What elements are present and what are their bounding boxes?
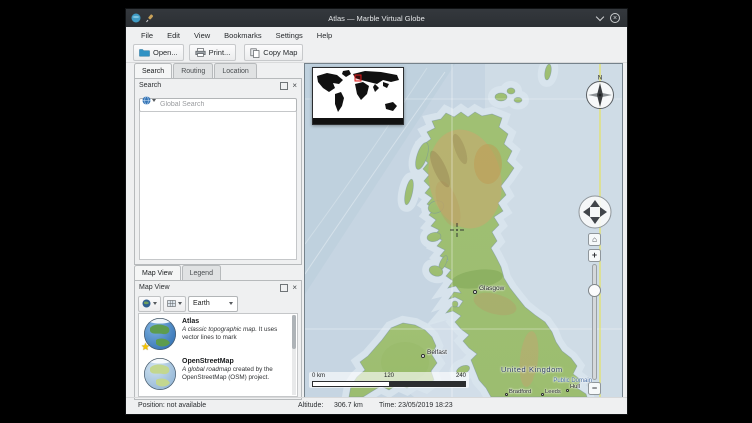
print-button-label: Print... bbox=[209, 48, 231, 57]
scale-zero: 0 km bbox=[312, 373, 325, 379]
tab-legend[interactable]: Legend bbox=[182, 265, 221, 280]
scale-end: 240 bbox=[456, 373, 466, 379]
map-label-hull: Hull bbox=[570, 384, 580, 390]
view-extent-box bbox=[355, 75, 361, 81]
menu-file[interactable]: File bbox=[134, 31, 160, 40]
map-theme-list: ★ Atlas A classic topographic map. It us… bbox=[138, 313, 298, 397]
map-label-belfast: Belfast bbox=[427, 349, 447, 356]
zoom-slider-handle[interactable] bbox=[588, 284, 601, 297]
map-label-united-kingdom: United Kingdom bbox=[501, 365, 563, 374]
theme-list-scrollbar[interactable] bbox=[292, 315, 296, 395]
map-canvas[interactable]: N ⌂ bbox=[304, 63, 623, 398]
map-attribution[interactable]: Public Domain bbox=[553, 378, 592, 384]
search-panel: Search × bbox=[134, 78, 302, 265]
printer-icon bbox=[195, 48, 206, 57]
planet-icon bbox=[142, 299, 151, 308]
app-window: Atlas — Marble Virtual Globe × File Edit… bbox=[125, 8, 628, 415]
minimize-icon[interactable] bbox=[596, 13, 604, 21]
float-panel-icon[interactable] bbox=[280, 284, 288, 292]
celestial-body-select[interactable]: Earth bbox=[188, 296, 238, 312]
close-panel-icon[interactable]: × bbox=[292, 82, 297, 90]
pan-control[interactable] bbox=[578, 195, 612, 229]
scale-mid: 120 bbox=[384, 373, 394, 379]
menu-settings[interactable]: Settings bbox=[269, 31, 310, 40]
theme-thumbnail: ★ bbox=[143, 317, 177, 351]
theme-name: OpenStreetMap bbox=[182, 358, 289, 365]
search-results-list bbox=[139, 111, 297, 260]
status-altitude-value: 306.7 km bbox=[334, 402, 363, 409]
status-altitude-label: Altitude: bbox=[298, 402, 323, 409]
map-label-leeds: Leeds bbox=[545, 389, 561, 395]
zoom-slider-track[interactable] bbox=[592, 264, 597, 380]
float-panel-icon[interactable] bbox=[280, 82, 288, 90]
celestial-body-button[interactable] bbox=[138, 296, 161, 312]
sidebar-top-tabs: Search Routing Location bbox=[134, 63, 258, 78]
theme-desc-em: A global roadmap bbox=[182, 366, 231, 373]
home-button[interactable]: ⌂ bbox=[588, 233, 601, 246]
chevron-down-icon bbox=[152, 99, 156, 102]
zoom-in-button[interactable]: + bbox=[588, 249, 601, 262]
tab-location[interactable]: Location bbox=[214, 63, 256, 78]
map-label-bradford: Bradford bbox=[509, 389, 531, 395]
overview-world-map[interactable] bbox=[312, 67, 404, 125]
tab-map-view[interactable]: Map View bbox=[134, 265, 181, 280]
globe-icon bbox=[142, 96, 151, 105]
pin-icon[interactable] bbox=[145, 13, 155, 23]
search-panel-title: Search bbox=[139, 82, 161, 89]
favorite-star-icon: ★ bbox=[141, 342, 150, 353]
menubar: File Edit View Bookmarks Settings Help bbox=[126, 27, 627, 43]
close-icon[interactable]: × bbox=[610, 13, 620, 23]
open-button[interactable]: Open... bbox=[133, 44, 184, 61]
toolbar: Open... Print... Copy Map bbox=[126, 43, 627, 63]
chevron-down-icon bbox=[229, 302, 233, 305]
city-dot bbox=[505, 393, 508, 396]
app-icon[interactable] bbox=[131, 13, 141, 23]
statusbar: Position: not available Altitude: 306.7 … bbox=[126, 397, 627, 414]
map-view-panel: Map View × bbox=[134, 280, 302, 400]
menu-view[interactable]: View bbox=[187, 31, 217, 40]
copy-map-button-label: Copy Map bbox=[263, 48, 297, 57]
city-dot bbox=[541, 393, 544, 396]
map-label-glasgow: Glasgow bbox=[479, 285, 504, 292]
window-title: Atlas — Marble Virtual Globe bbox=[126, 14, 627, 23]
search-input[interactable] bbox=[139, 98, 297, 112]
sidebar: Search Routing Location Search × bbox=[134, 63, 302, 400]
screen: Atlas — Marble Virtual Globe × File Edit… bbox=[0, 0, 752, 423]
theme-desc-em: A classic topographic map. bbox=[182, 326, 257, 333]
search-provider-selector[interactable] bbox=[142, 96, 156, 105]
tab-routing[interactable]: Routing bbox=[173, 63, 213, 78]
compass-rose[interactable]: N bbox=[582, 73, 618, 111]
list-item-atlas[interactable]: ★ Atlas A classic topographic map. It us… bbox=[139, 314, 297, 354]
print-button[interactable]: Print... bbox=[189, 44, 237, 61]
menu-help[interactable]: Help bbox=[310, 31, 339, 40]
scale-bar: 0 km 120 240 bbox=[309, 372, 469, 388]
titlebar[interactable]: Atlas — Marble Virtual Globe × bbox=[126, 9, 627, 27]
open-button-label: Open... bbox=[153, 48, 178, 57]
celestial-body-value: Earth bbox=[193, 300, 210, 307]
projection-button[interactable] bbox=[163, 296, 186, 312]
compass-north-label: N bbox=[598, 76, 602, 82]
tab-search[interactable]: Search bbox=[134, 63, 172, 78]
chevron-down-icon bbox=[178, 302, 182, 305]
home-icon: ⌂ bbox=[592, 236, 597, 244]
menu-edit[interactable]: Edit bbox=[160, 31, 187, 40]
list-item-openstreetmap[interactable]: OpenStreetMap A global roadmap created b… bbox=[139, 354, 297, 394]
status-time: Time: 23/05/2019 18:23 bbox=[379, 402, 453, 409]
sidebar-bottom-tabs: Map View Legend bbox=[134, 265, 222, 280]
city-dot bbox=[421, 354, 425, 358]
theme-name: Atlas bbox=[182, 318, 289, 325]
theme-thumbnail bbox=[143, 357, 177, 391]
map-view-panel-title: Map View bbox=[139, 284, 170, 291]
chevron-down-icon bbox=[153, 302, 157, 305]
city-dot bbox=[566, 389, 569, 392]
close-panel-icon[interactable]: × bbox=[292, 284, 297, 292]
projection-icon bbox=[167, 299, 176, 308]
copy-icon bbox=[250, 48, 260, 58]
status-position: Position: not available bbox=[138, 402, 206, 409]
copy-map-button[interactable]: Copy Map bbox=[244, 44, 303, 61]
city-dot bbox=[473, 290, 477, 294]
menu-bookmarks[interactable]: Bookmarks bbox=[217, 31, 269, 40]
folder-icon bbox=[139, 48, 150, 57]
